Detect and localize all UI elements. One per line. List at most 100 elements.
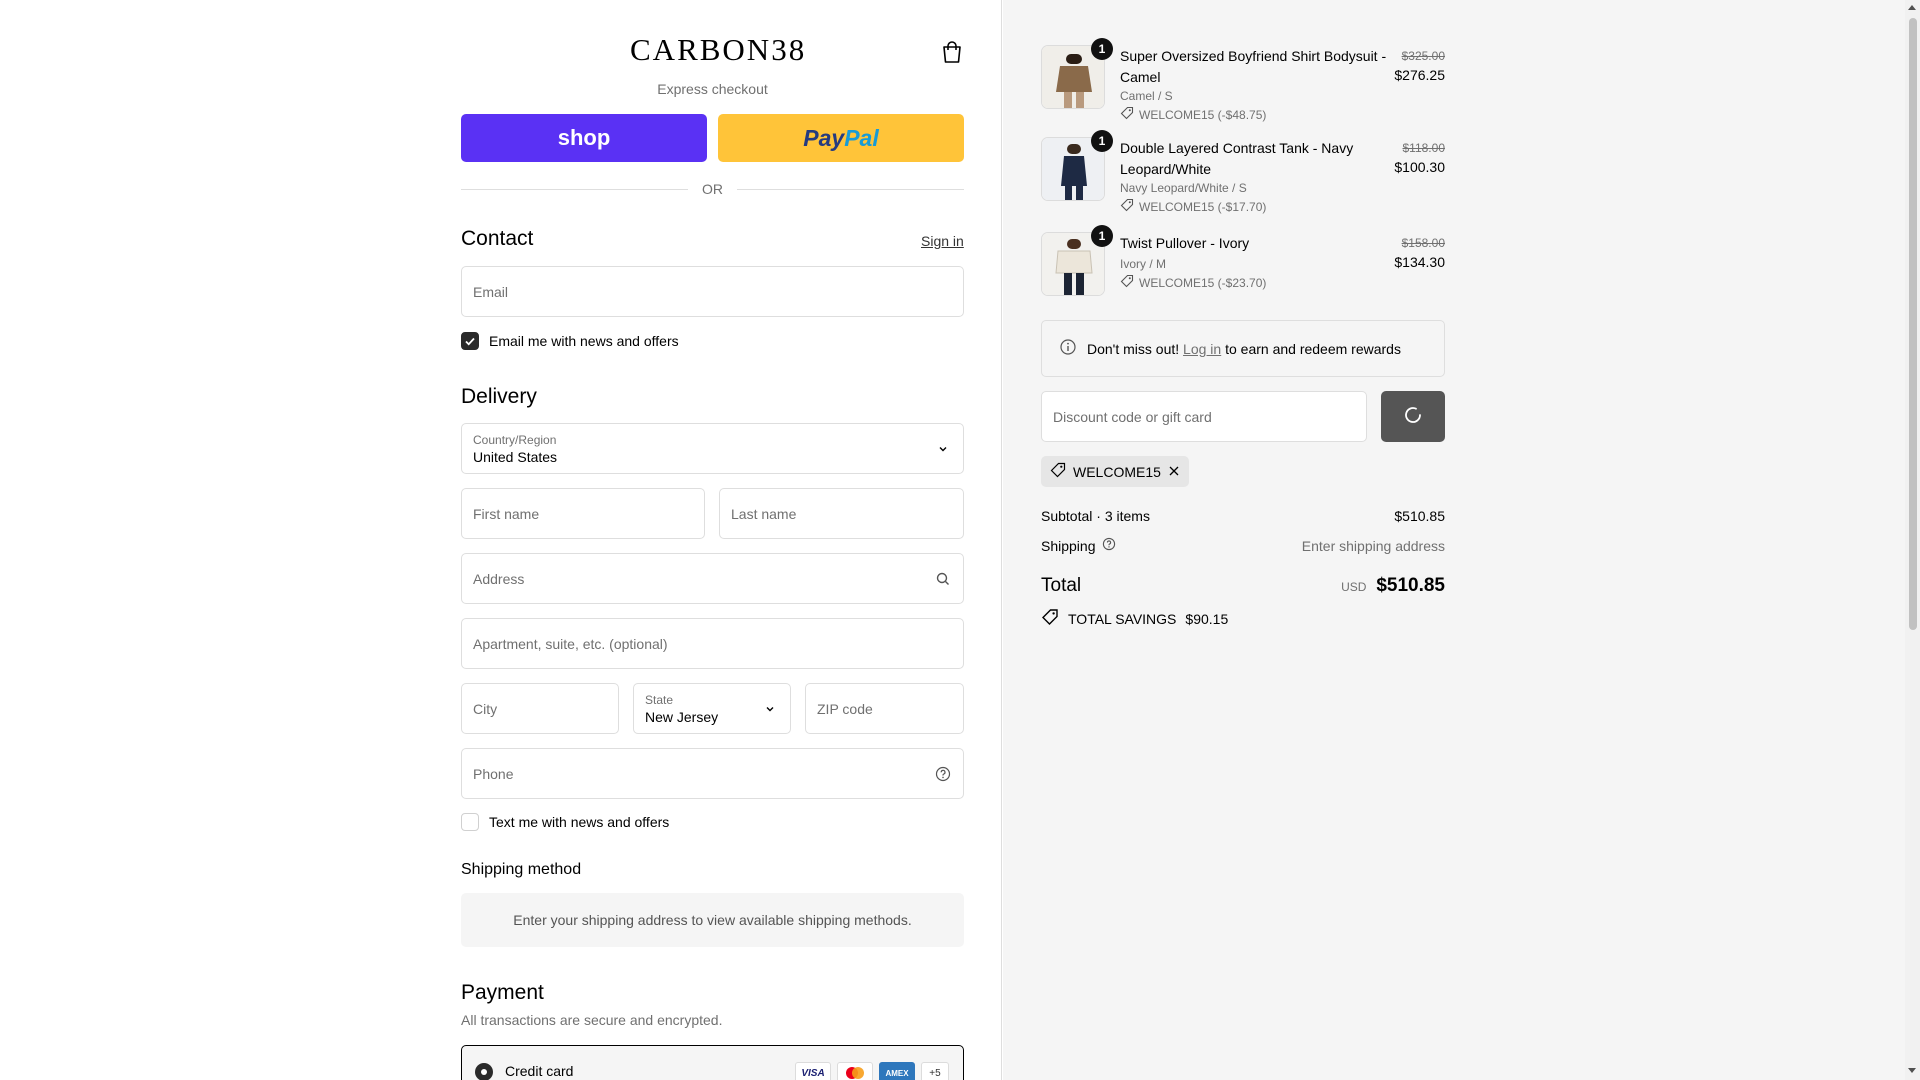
savings-value: $90.15: [1185, 610, 1229, 627]
newsletter-option[interactable]: Email me with news and offers: [461, 332, 679, 350]
sale-price: $276.25: [1394, 67, 1445, 83]
first-name-field[interactable]: First name: [461, 488, 705, 539]
quantity-badge: 1: [1091, 130, 1113, 152]
phone-field[interactable]: Phone: [461, 748, 964, 799]
original-price: $325.00: [1401, 49, 1445, 63]
product-variant: Camel / S: [1120, 89, 1173, 103]
address-field[interactable]: Address: [461, 553, 964, 604]
or-divider: OR: [461, 180, 964, 198]
cart-item: 1 Super Oversized Boyfriend Shirt Bodysu…: [1041, 38, 1445, 123]
tag-icon: [1041, 608, 1059, 629]
subtotal-label: Subtotal · 3 items: [1041, 508, 1150, 524]
quantity-badge: 1: [1091, 38, 1113, 60]
discount-text: WELCOME15 (-$23.70): [1139, 275, 1267, 290]
payment-subtitle: All transactions are secure and encrypte…: [461, 1012, 723, 1028]
city-field[interactable]: City: [461, 683, 619, 734]
page-scrollbar[interactable]: [1905, 0, 1920, 1080]
sms-label: Text me with news and offers: [489, 814, 670, 830]
shop-pay-logo: shop: [557, 125, 611, 150]
product-name: Super Oversized Boyfriend Shirt Bodysuit…: [1120, 48, 1387, 85]
or-label: OR: [702, 181, 723, 197]
product-discount: WELCOME15 (-$23.70): [1120, 274, 1266, 291]
country-label: Country/Region: [473, 433, 557, 447]
paypal-logo-pay: Pay: [803, 124, 845, 151]
discount-code-input[interactable]: Discount code or gift card: [1041, 391, 1367, 442]
product-name: Double Layered Contrast Tank - Navy Leop…: [1120, 140, 1354, 177]
scroll-down-arrow-icon[interactable]: [1908, 1068, 1916, 1073]
last-name-placeholder: Last name: [731, 505, 797, 522]
subtotal-value: $510.85: [1394, 508, 1445, 524]
product-variant: Navy Leopard/White / S: [1120, 181, 1247, 195]
country-select[interactable]: Country/Region United States: [461, 423, 964, 474]
cart-item: 1 Twist Pullover - Ivory Ivory / M WELCO…: [1041, 225, 1445, 309]
credit-card-radio[interactable]: [475, 1063, 493, 1080]
discount-text: WELCOME15 (-$17.70): [1139, 199, 1267, 214]
cart-item: 1 Double Layered Contrast Tank - Navy Le…: [1041, 130, 1445, 215]
shopping-bag-icon[interactable]: [938, 38, 966, 66]
product-name: Twist Pullover - Ivory: [1120, 235, 1250, 251]
product-variant: Ivory / M: [1120, 257, 1167, 271]
product-discount: WELCOME15 (-$48.75): [1120, 106, 1266, 123]
sms-option[interactable]: Text me with news and offers: [461, 813, 669, 831]
zip-field[interactable]: ZIP code: [805, 683, 964, 734]
first-name-placeholder: First name: [473, 505, 540, 522]
state-select[interactable]: State New Jersey: [633, 683, 791, 734]
shop-pay-button[interactable]: shop: [461, 114, 707, 162]
quantity-badge: 1: [1091, 225, 1113, 247]
rewards-banner: Don't miss out! Log in to earn and redee…: [1041, 320, 1445, 377]
more-brands-badge: +5: [921, 1062, 949, 1080]
email-placeholder: Email: [473, 283, 509, 300]
savings-label: TOTAL SAVINGS: [1068, 610, 1177, 627]
scroll-up-arrow-icon[interactable]: [1908, 5, 1916, 10]
shipping-label: Shipping: [1041, 537, 1096, 554]
original-price: $158.00: [1401, 236, 1445, 250]
apartment-field[interactable]: Apartment, suite, etc. (optional): [461, 618, 964, 669]
brand-logo[interactable]: CARBON38: [630, 30, 804, 70]
amex-icon: AMEX: [879, 1062, 915, 1080]
chevron-down-icon: [935, 441, 951, 457]
applied-code-text: WELCOME15: [1073, 463, 1161, 480]
total-row: Total USD $510.85: [1041, 575, 1445, 597]
discount-text: WELCOME15 (-$48.75): [1139, 107, 1267, 122]
email-field[interactable]: Email: [461, 266, 964, 317]
scrollbar-thumb[interactable]: [1909, 18, 1917, 630]
total-value: $510.85: [1376, 575, 1445, 596]
tag-icon: [1120, 106, 1134, 123]
delivery-heading: Delivery: [461, 385, 537, 408]
total-label: Total: [1041, 575, 1082, 596]
state-label: State: [645, 693, 674, 707]
tag-icon: [1120, 274, 1134, 291]
remove-code-close-icon[interactable]: [1168, 464, 1180, 480]
help-icon[interactable]: [1102, 537, 1116, 554]
help-icon[interactable]: [935, 766, 951, 782]
phone-placeholder: Phone: [473, 765, 514, 782]
shipping-row: Shipping Enter shipping address: [1041, 537, 1445, 554]
apply-discount-button[interactable]: [1381, 391, 1445, 442]
credit-card-option[interactable]: Credit card VISA AMEX +5: [461, 1045, 964, 1080]
newsletter-checkbox[interactable]: [461, 332, 479, 350]
chevron-down-icon: [762, 701, 778, 717]
paypal-logo-pal: Pal: [844, 124, 879, 151]
city-placeholder: City: [473, 700, 498, 717]
last-name-field[interactable]: Last name: [719, 488, 964, 539]
sale-price: $134.30: [1394, 254, 1445, 270]
shipping-method-heading: Shipping method: [461, 861, 582, 878]
mastercard-icon: [837, 1062, 873, 1080]
product-discount: WELCOME15 (-$17.70): [1120, 198, 1266, 215]
newsletter-label: Email me with news and offers: [489, 333, 679, 349]
sign-in-link[interactable]: Sign in: [921, 233, 964, 249]
total-savings-row: TOTAL SAVINGS $90.15: [1041, 608, 1228, 629]
sms-checkbox[interactable]: [461, 813, 479, 831]
state-value: New Jersey: [645, 709, 719, 725]
payment-heading: Payment: [461, 981, 544, 1004]
shipping-method-text: Enter your shipping address to view avai…: [513, 912, 912, 928]
applied-discount-chip: WELCOME15: [1041, 456, 1189, 487]
express-checkout-label: Express checkout: [657, 81, 768, 97]
currency-code: USD: [1341, 580, 1367, 594]
shipping-method-message: Enter your shipping address to view avai…: [461, 893, 964, 947]
paypal-button[interactable]: Pay Pal: [718, 114, 964, 162]
rewards-login-link[interactable]: Log in: [1183, 341, 1221, 357]
contact-heading: Contact: [461, 227, 534, 250]
info-icon: [1059, 338, 1077, 359]
loading-spinner-icon: [1403, 405, 1423, 428]
